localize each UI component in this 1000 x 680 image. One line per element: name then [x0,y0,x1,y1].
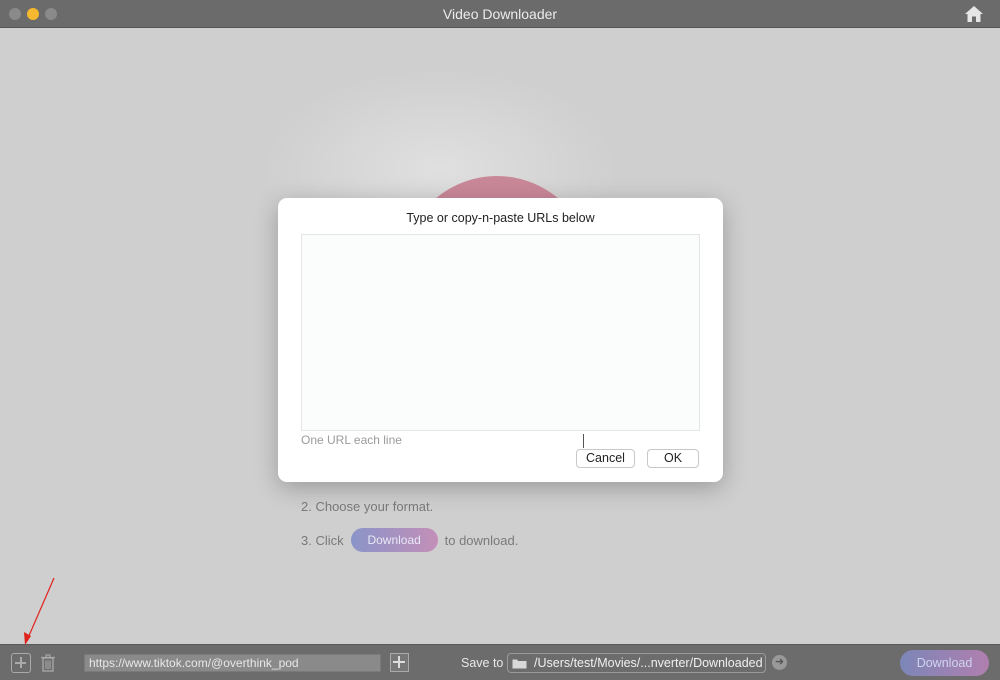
title-bar: Video Downloader [0,0,1000,28]
home-icon[interactable] [964,5,984,23]
dialog-hint: One URL each line [301,433,402,447]
ok-button[interactable]: OK [647,449,699,468]
save-path-field[interactable]: /Users/test/Movies/...nverter/Downloaded [507,653,766,673]
url-field[interactable]: https://www.tiktok.com/@overthink_pod [84,654,381,672]
add-url-icon[interactable] [11,653,31,673]
step3-suffix: to download. [444,532,519,548]
trash-icon[interactable] [38,653,58,673]
instruction-step-3: 3. Click Download to download. [301,528,518,552]
text-cursor [583,434,584,448]
dialog-title: Type or copy-n-paste URLs below [406,211,595,225]
instruction-step-2: 2. Choose your format. [301,499,434,514]
step3-download-pill: Download [350,528,438,552]
open-folder-arrow-icon[interactable]: ➜ [772,655,787,670]
url-textarea[interactable] [301,234,700,431]
window-title: Video Downloader [442,6,558,22]
url-input-dialog: Type or copy-n-paste URLs below One URL … [278,198,723,482]
save-to-label: Save to [461,656,504,670]
cancel-button[interactable]: Cancel [576,449,635,468]
add-button[interactable] [390,653,409,672]
step3-prefix: 3. Click [301,532,344,548]
folder-icon [512,659,527,668]
download-button[interactable]: Download [900,650,989,676]
bottom-toolbar: https://www.tiktok.com/@overthink_pod Sa… [0,644,1000,680]
save-path-text: /Users/test/Movies/...nverter/Downloaded [534,656,763,670]
